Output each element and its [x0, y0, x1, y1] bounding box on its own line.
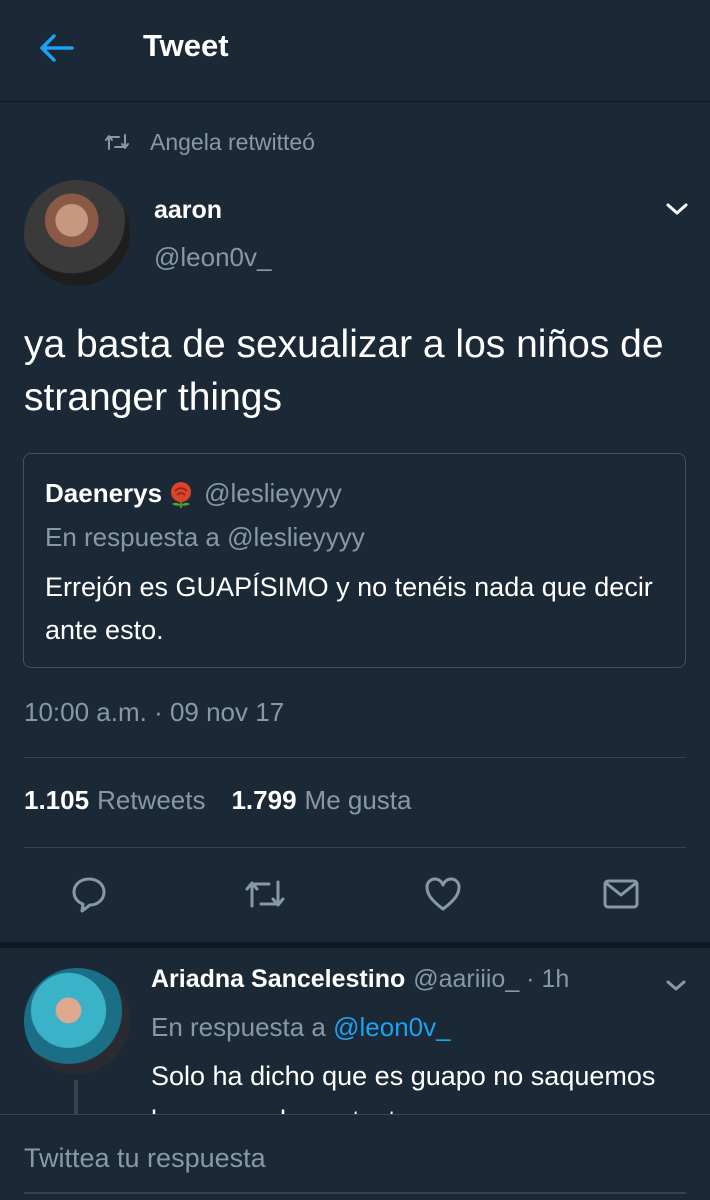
rose-emoji-icon: [171, 481, 192, 508]
reply-icon: [72, 877, 106, 913]
tweet-options-button[interactable]: [664, 198, 690, 220]
likes-stat[interactable]: 1.799 Me gusta: [231, 785, 411, 816]
quoted-tweet-text: Errejón es GUAPÍSIMO y no tenéis nada qu…: [45, 572, 653, 645]
like-button[interactable]: [421, 872, 465, 916]
likes-label: Me gusta: [304, 785, 412, 815]
divider: [24, 757, 686, 758]
retweets-count: 1.105: [24, 785, 90, 815]
retweet-context-text: Angela retwitteó: [150, 128, 315, 155]
author-handle[interactable]: @leon0v_: [154, 242, 271, 273]
retweets-label: Retweets: [97, 785, 206, 815]
reply-prefix: En respuesta a: [151, 1012, 326, 1042]
likes-count: 1.799: [231, 785, 297, 815]
retweet-context: Angela retwitteó: [104, 126, 315, 158]
retweet-icon: [105, 134, 129, 150]
like-icon: [425, 877, 461, 911]
back-button[interactable]: [36, 28, 76, 68]
reply-author-meta: @aariiio_ · 1h: [413, 965, 570, 993]
quoted-author-name: Daenerys: [45, 478, 163, 508]
retweet-button[interactable]: [243, 872, 287, 916]
reply-author-name[interactable]: Ariadna Sancelestino: [151, 965, 405, 994]
reply-button[interactable]: [67, 872, 111, 916]
input-underline: [24, 1192, 686, 1194]
reply-options-button[interactable]: [664, 976, 688, 996]
quoted-author-handle: @leslieyyyy: [204, 478, 342, 508]
tweet-timestamp: 10:00 a.m. · 09 nov 17: [24, 697, 285, 727]
arrow-left-icon: [40, 34, 74, 62]
share-icon: [603, 879, 639, 909]
quoted-reply-to: En respuesta a @leslieyyyy: [45, 522, 365, 552]
quoted-tweet-header: Daenerys @leslieyyyy: [45, 478, 342, 509]
chevron-down-icon: [666, 203, 688, 215]
chevron-down-icon: [666, 980, 686, 991]
retweet-icon: [245, 880, 285, 908]
reply-avatar[interactable]: [24, 968, 130, 1074]
section-separator: [0, 942, 710, 948]
quoted-tweet[interactable]: Daenerys @leslieyyyy En respuesta a @les…: [23, 453, 686, 668]
compose-bar: [0, 1114, 710, 1200]
divider: [24, 847, 686, 848]
top-app-bar: Tweet: [0, 0, 710, 102]
avatar[interactable]: [24, 180, 130, 286]
retweets-stat[interactable]: 1.105 Retweets: [24, 785, 205, 816]
reply-to-line: En respuesta a @leon0v_: [151, 1012, 451, 1043]
tweet-stats: 1.105 Retweets 1.799 Me gusta: [24, 785, 412, 816]
author-name[interactable]: aaron: [154, 196, 222, 225]
page-title: Tweet: [143, 28, 229, 63]
share-button[interactable]: [599, 872, 643, 916]
reply-header: Ariadna Sancelestino @aariiio_ · 1h: [151, 965, 569, 994]
reply-mention-link[interactable]: @leon0v_: [333, 1012, 450, 1042]
tweet-text: ya basta de sexualizar a los niños de st…: [24, 323, 664, 419]
reply-input[interactable]: [0, 1115, 710, 1200]
